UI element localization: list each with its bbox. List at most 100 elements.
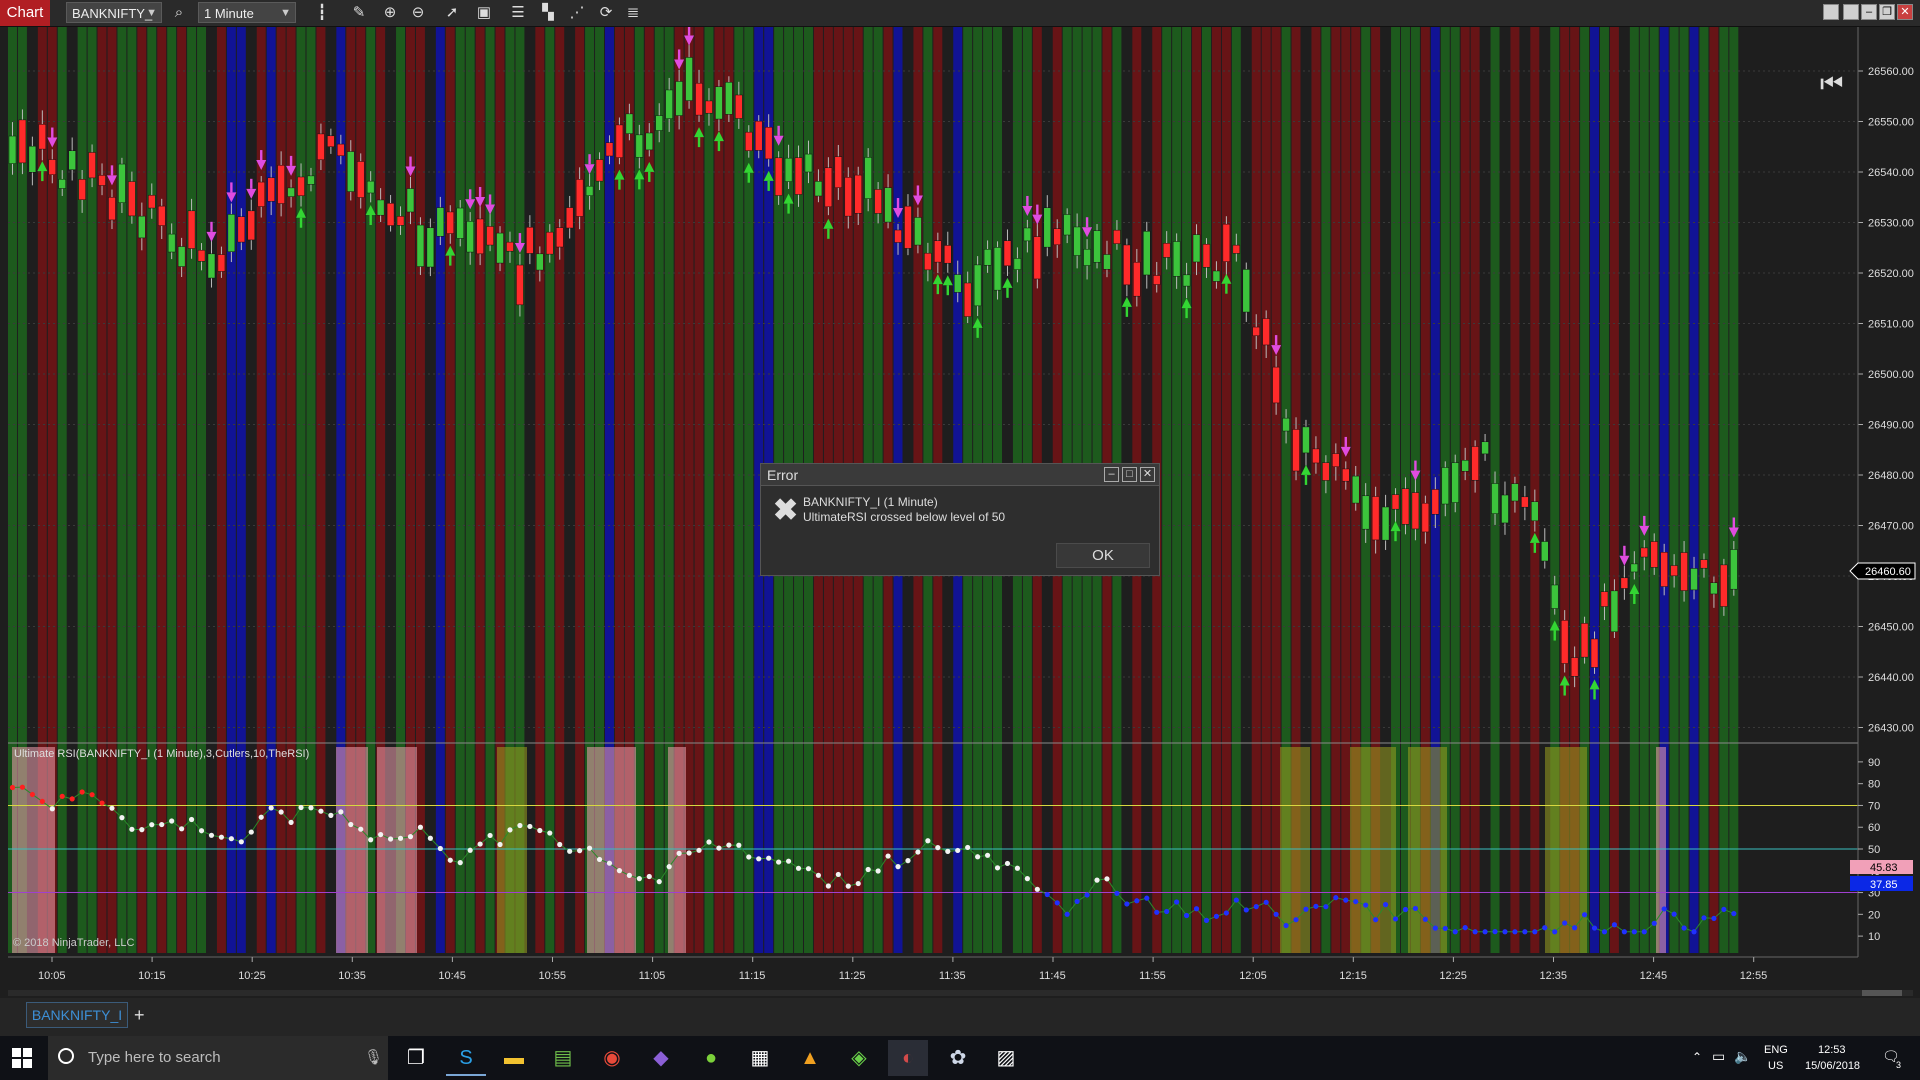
rsi-dot	[1562, 920, 1568, 926]
pointer-icon[interactable]: ➚	[442, 3, 462, 23]
candle-body	[764, 126, 773, 160]
rsi-dot	[119, 815, 125, 821]
candle-body	[207, 253, 216, 279]
rsi-dot	[1223, 910, 1229, 916]
rsi-dot	[1343, 897, 1349, 903]
pencil-icon[interactable]: ✎	[349, 3, 369, 23]
candle-body	[854, 174, 862, 214]
calculator-icon[interactable]: ▦	[740, 1040, 780, 1076]
candle-body	[983, 248, 992, 266]
rsi-dot	[1452, 929, 1458, 935]
properties-list-icon[interactable]: ≣	[623, 3, 643, 23]
rsi-dot	[248, 829, 254, 835]
bar-type-icon[interactable]: ┇	[312, 3, 332, 23]
color-band	[704, 27, 714, 953]
scroll-to-end-icon[interactable]: ⏮	[1820, 69, 1843, 99]
task-view-icon[interactable]: ❐	[396, 1040, 436, 1076]
tray-time[interactable]: 12:53	[1818, 1044, 1846, 1056]
time-label: 11:05	[639, 970, 666, 982]
chrome-icon[interactable]: ◉	[592, 1040, 632, 1076]
chart-menu-button[interactable]: Chart	[0, 0, 50, 26]
file-explorer-icon[interactable]: ▬	[494, 1040, 534, 1076]
dialog-minimize-icon[interactable]: –	[1104, 467, 1119, 482]
candle-body	[177, 246, 186, 267]
cash-app-icon[interactable]: ◈	[839, 1040, 879, 1076]
drawing-tools-icon[interactable]: ⋰	[567, 3, 587, 23]
reload-icon[interactable]: ⟳	[596, 3, 616, 23]
horizontal-scrollbar[interactable]	[8, 990, 1913, 996]
drive-icon[interactable]: ▲	[790, 1040, 830, 1076]
search-icon[interactable]: ⌕	[169, 3, 189, 23]
search-placeholder: Type here to search	[88, 1049, 221, 1066]
instrument-selector[interactable]: BANKNIFTY_ ▼	[66, 2, 162, 23]
ninjatrader-icon[interactable]: ◐	[888, 1040, 928, 1076]
ok-button[interactable]: OK	[1056, 543, 1150, 568]
candle-body	[1292, 429, 1300, 472]
color-band	[445, 27, 455, 953]
snapshot-icon[interactable]: ▣	[474, 3, 494, 23]
candle-body	[1501, 494, 1509, 524]
windows-start-icon[interactable]	[12, 1048, 32, 1068]
candle-body	[1182, 274, 1191, 287]
rsi-dot	[1104, 876, 1110, 882]
tray-region[interactable]: US	[1768, 1060, 1783, 1072]
add-tab-button[interactable]: +	[134, 1002, 145, 1028]
candle-body	[565, 207, 574, 229]
indicator-label[interactable]: Ultimate RSI(BANKNIFTY_I (1 Minute),3,Cu…	[14, 748, 309, 760]
tray-date[interactable]: 15/06/2018	[1805, 1060, 1860, 1072]
candle-body	[1143, 231, 1151, 276]
color-band	[306, 27, 316, 953]
candle-body	[406, 188, 415, 213]
candle-body	[58, 178, 66, 189]
tile-icon[interactable]	[1823, 4, 1839, 20]
rsi-dot	[109, 805, 115, 811]
candle-body	[1411, 492, 1420, 530]
restore-panel-icon[interactable]	[1843, 4, 1859, 20]
candle-body	[1560, 619, 1569, 664]
network-icon[interactable]: ▭	[1712, 1048, 1725, 1065]
microphone-icon[interactable]: 🎙	[364, 1048, 383, 1066]
candle-body	[784, 157, 793, 182]
photos-icon[interactable]: ▨	[986, 1040, 1026, 1076]
dialog-maximize-icon[interactable]: □	[1122, 467, 1137, 482]
skype-icon[interactable]: S	[446, 1040, 486, 1076]
strategies-icon[interactable]: ▚	[538, 3, 558, 23]
data-series-icon[interactable]: ☰	[508, 3, 528, 23]
rsi-dot	[1581, 912, 1588, 918]
color-band	[1629, 27, 1639, 953]
tray-chevron-up-icon[interactable]: ⌃	[1692, 1050, 1702, 1064]
candle-body	[555, 227, 564, 248]
tray-language[interactable]: ENG	[1764, 1044, 1788, 1056]
taskbar-search-box[interactable]: Type here to search 🎙	[48, 1036, 388, 1080]
dialog-title[interactable]: Error	[761, 464, 1159, 486]
interval-selector[interactable]: 1 Minute ▼	[198, 2, 296, 23]
down-arrow-stem	[468, 189, 472, 200]
chevron-down-icon: ▼	[146, 7, 157, 19]
rsi-dot	[1621, 929, 1627, 935]
paint-icon[interactable]: ✿	[938, 1040, 978, 1076]
zoom-out-icon[interactable]: ⊖	[408, 3, 428, 23]
rsi-dot	[1154, 909, 1160, 915]
zoom-in-icon[interactable]: ⊕	[380, 3, 400, 23]
maximize-icon[interactable]: ❐	[1879, 4, 1895, 20]
minimize-icon[interactable]: –	[1861, 4, 1877, 20]
dialog-close-icon[interactable]: ✕	[1140, 467, 1155, 482]
rsi-dot	[1084, 892, 1090, 898]
notepad-icon[interactable]: ▤	[543, 1040, 583, 1076]
rsi-dot	[387, 836, 394, 842]
candle-body	[486, 226, 494, 246]
error-x-icon: ✖	[773, 494, 799, 527]
visual-studio-icon[interactable]: ◆	[641, 1040, 681, 1076]
candle-body	[526, 227, 534, 254]
close-icon[interactable]: ✕	[1897, 4, 1913, 20]
down-arrow-stem	[409, 156, 412, 167]
tab-banknifty[interactable]: BANKNIFTY_I	[26, 1002, 128, 1028]
volume-icon[interactable]: 🔈	[1734, 1048, 1751, 1065]
scrollbar-thumb[interactable]	[1862, 990, 1902, 996]
price-label: 26540.00	[1868, 167, 1914, 179]
candle-body	[317, 133, 325, 161]
down-arrow-stem	[1732, 517, 1736, 528]
green-app-icon[interactable]: ●	[691, 1040, 731, 1076]
chart-tab-bar: BANKNIFTY_I +	[0, 998, 1920, 1036]
rsi-dot	[577, 848, 583, 854]
